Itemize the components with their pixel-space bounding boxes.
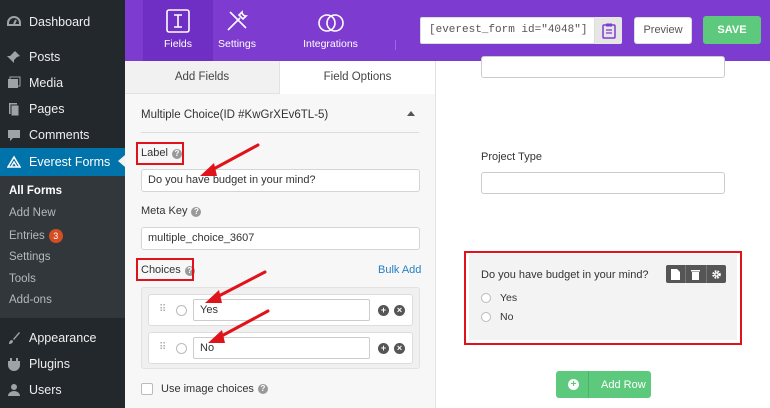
arrow-to-choice-yes [211, 270, 267, 301]
arrow-to-label-input [206, 143, 260, 174]
arrowhead [205, 290, 222, 303]
annotation-arrows [200, 143, 270, 343]
arrowhead [208, 330, 225, 343]
arrow-to-choice-no [214, 309, 270, 341]
arrowhead [200, 163, 217, 176]
